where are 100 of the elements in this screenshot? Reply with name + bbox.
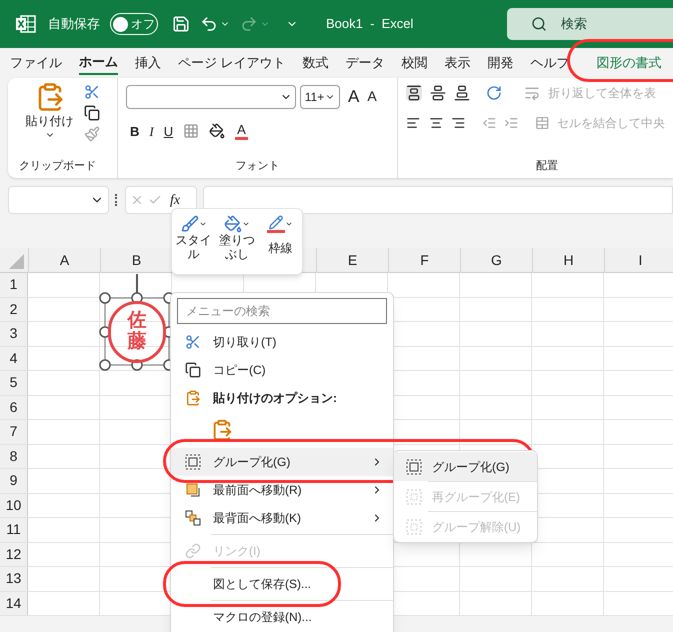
paste-option-icon[interactable]: [211, 419, 233, 441]
shrink-font-button[interactable]: A: [367, 86, 377, 108]
row-header[interactable]: 3: [0, 322, 28, 346]
ribbon-tab[interactable]: データ: [346, 51, 385, 75]
window-title: Book1 - Excel: [326, 15, 414, 34]
chevron-down-icon: [242, 220, 250, 228]
scissors-icon[interactable]: [84, 84, 100, 100]
undo-icon[interactable]: [200, 15, 218, 33]
ribbon-tab[interactable]: ホーム: [79, 51, 118, 75]
row-header[interactable]: 6: [0, 396, 28, 419]
stamp-shape[interactable]: 佐藤: [108, 301, 166, 363]
chevron-down-icon: [198, 220, 207, 228]
column-header[interactable]: H: [532, 248, 604, 273]
excel-logo-icon: [16, 15, 36, 33]
menu-section-header: 貼り付けのオプション:: [213, 390, 337, 407]
align-top-icon[interactable]: [406, 85, 422, 101]
menu-item: 再グループ化(E): [394, 482, 537, 511]
autosave-label: 自動保存: [48, 15, 100, 34]
row-header[interactable]: 13: [0, 567, 28, 590]
ribbon-tab[interactable]: 開発: [488, 51, 514, 75]
text-style-button[interactable]: B: [130, 122, 140, 141]
borders-icon[interactable]: [183, 123, 200, 140]
ribbon-tab[interactable]: 図形の書式: [596, 51, 662, 75]
menu-item[interactable]: 最背面へ移動(K): [171, 504, 393, 532]
ribbon-tab[interactable]: 校閲: [402, 51, 428, 75]
group-label: フォント: [236, 158, 280, 174]
column-header[interactable]: E: [316, 248, 388, 273]
menu-item[interactable]: マクロの登録(N)...: [171, 603, 393, 631]
align-right-icon[interactable]: [451, 115, 466, 131]
grow-font-button[interactable]: A: [348, 84, 360, 110]
group-icon: [406, 518, 422, 534]
align-left-icon[interactable]: [406, 115, 420, 131]
menu-item[interactable]: グループ化(G): [394, 452, 537, 481]
row-header[interactable]: 7: [0, 420, 28, 444]
group-icon: [406, 488, 422, 504]
mini-toolbar-button[interactable]: 枠線: [262, 215, 298, 256]
text-style-button[interactable]: I: [149, 122, 154, 141]
row-header[interactable]: 12: [0, 542, 28, 566]
link-icon: [185, 543, 201, 559]
group-icon: [406, 458, 422, 474]
autosave-toggle[interactable]: オフ: [110, 13, 158, 35]
ribbon-tab[interactable]: 表示: [444, 51, 471, 75]
align-middle-icon[interactable]: [430, 85, 446, 101]
column-header[interactable]: G: [460, 248, 532, 273]
menu-item: リンク(I): [171, 537, 393, 565]
row-header[interactable]: 1: [0, 273, 28, 296]
clipboard-icon: [185, 390, 201, 406]
mini-toolbar-button[interactable]: スタイル: [176, 215, 212, 262]
group-icon: [185, 454, 201, 470]
align-bottom-icon[interactable]: [454, 85, 470, 101]
merge-icon[interactable]: [534, 115, 549, 131]
increase-indent-icon[interactable]: [504, 115, 518, 131]
fill-color-icon[interactable]: [209, 123, 226, 140]
row-header[interactable]: 8: [0, 444, 28, 468]
group-label: 配置: [536, 158, 559, 174]
row-header[interactable]: 2: [0, 298, 28, 321]
ribbon-tab[interactable]: ファイル: [10, 51, 62, 75]
mini-toolbar-button[interactable]: 塗りつぶし: [218, 215, 255, 262]
column-header[interactable]: A: [28, 248, 100, 273]
paste-button[interactable]: 貼り付け: [26, 82, 74, 142]
ribbon-tab[interactable]: ページ レイアウト: [178, 51, 286, 75]
row-header[interactable]: 4: [0, 346, 28, 370]
text-style-button[interactable]: U: [164, 122, 174, 141]
row-header[interactable]: 9: [0, 469, 28, 492]
menu-item[interactable]: 切り取り(T): [171, 328, 393, 356]
menu-search-field[interactable]: メニューの検索: [177, 298, 387, 324]
copy-icon: [185, 362, 201, 378]
pencil-icon: [267, 215, 286, 233]
format-painter-icon[interactable]: [84, 126, 100, 142]
decrease-indent-icon[interactable]: [482, 115, 496, 131]
search-icon: [531, 16, 547, 32]
insert-function-button[interactable]: fx: [170, 190, 180, 210]
menu-item[interactable]: 図として保存(S)...: [171, 570, 393, 598]
search-field[interactable]: 検索: [507, 8, 673, 40]
ribbon-tab[interactable]: 数式: [302, 51, 329, 75]
wrap-text-icon[interactable]: [524, 85, 540, 101]
orientation-icon[interactable]: [486, 85, 502, 101]
menu-item[interactable]: グループ化(G): [171, 448, 393, 476]
send-back-icon: [185, 510, 201, 526]
formula-input[interactable]: [203, 186, 673, 214]
row-header[interactable]: 11: [0, 518, 28, 542]
paint-bucket-icon: [224, 215, 242, 233]
scissors-icon: [185, 334, 201, 350]
menu-item[interactable]: 最前面へ移動(R): [171, 476, 393, 504]
font-size-field[interactable]: 11+: [300, 84, 340, 109]
chevron-down-icon: [285, 220, 294, 228]
copy-icon[interactable]: [84, 105, 100, 121]
menu-item[interactable]: コピー(C): [171, 356, 393, 384]
brush-icon: [180, 215, 199, 233]
align-center-icon[interactable]: [428, 115, 443, 131]
column-header[interactable]: I: [604, 248, 673, 273]
row-header[interactable]: 5: [0, 371, 28, 394]
row-header[interactable]: 14: [0, 592, 28, 615]
bring-front-icon: [185, 482, 201, 498]
row-header[interactable]: 10: [0, 494, 28, 517]
ribbon-tab[interactable]: 挿入: [135, 51, 161, 75]
font-name-field[interactable]: [126, 84, 296, 109]
font-color-button[interactable]: A: [235, 122, 248, 140]
save-icon[interactable]: [172, 15, 190, 33]
column-header[interactable]: F: [388, 248, 460, 273]
